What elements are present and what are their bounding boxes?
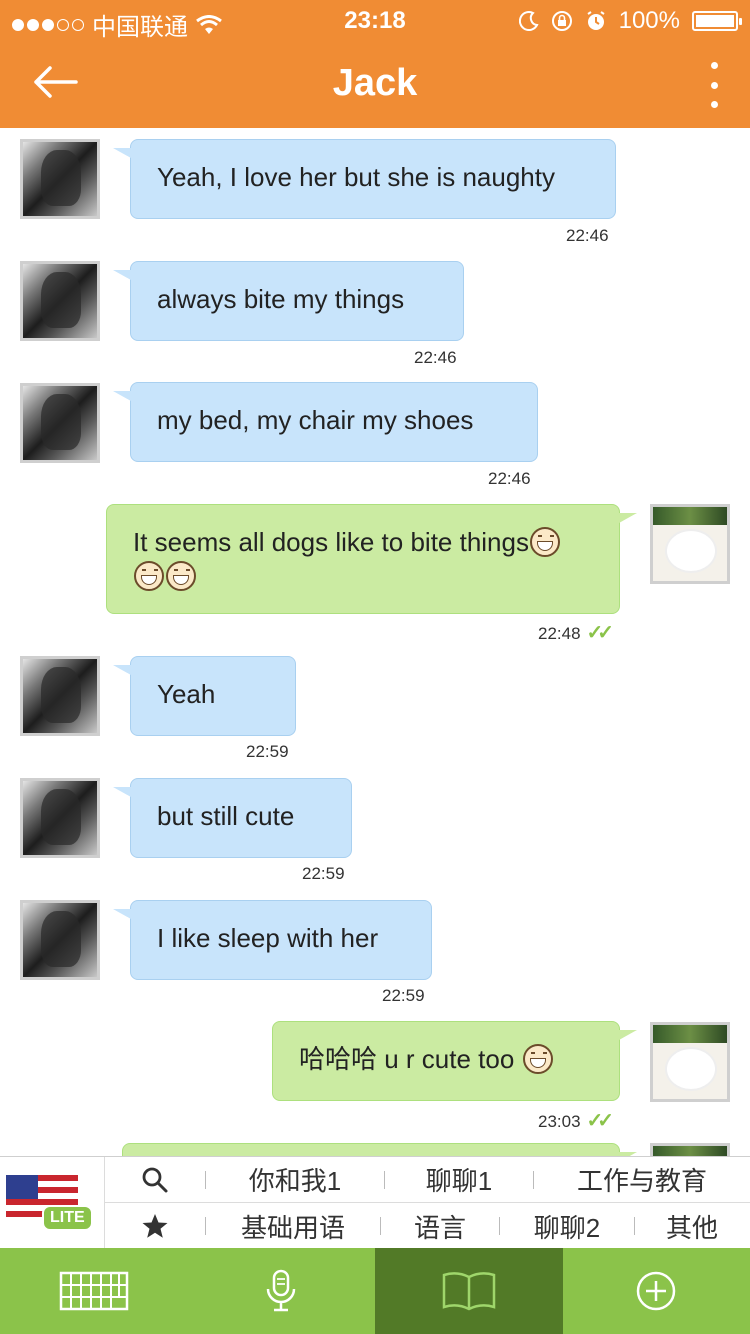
battery-icon [692,11,742,31]
contact-avatar[interactable] [20,900,100,980]
star-icon [142,1214,168,1238]
message-text: I like sleep with her [157,923,379,953]
phrase-category[interactable]: 聊聊2 [500,1203,634,1249]
alarm-icon [587,11,605,30]
moon-icon [518,11,539,31]
read-receipt-icon: ✓✓ [586,1110,614,1132]
message-time: 23:03 [538,1112,581,1131]
lite-badge: LITE [42,1205,93,1231]
contact-avatar[interactable] [20,383,100,463]
message-timestamp: 22:46 [488,469,531,488]
message-bubble-incoming[interactable]: Yeah [113,656,296,736]
message-bubble-outgoing[interactable]: It seems all dogs like to bite things [106,504,637,614]
message-timestamp: 22:46 [414,348,457,367]
message-text: Yeah, I love her but she is naughty [157,162,555,192]
my-avatar[interactable] [650,1143,730,1156]
read-receipt-icon: ✓✓ [586,622,614,644]
message-text: but still cute [157,801,295,831]
grin-emoji-icon [166,561,196,591]
message-bubble-outgoing[interactable]: 哈哈哈 u r cute too [272,1021,637,1101]
phrase-category[interactable]: 你和我1 [206,1157,384,1202]
message-timestamp: 23:03 ✓✓ [538,1108,614,1133]
phrasebook-button[interactable] [375,1248,563,1334]
bottom-toolbar [0,1248,750,1334]
message-timestamp: 22:59 [382,986,425,1005]
message-bubble-incoming[interactable]: Yeah, I love her but she is naughty [113,139,616,219]
contact-avatar[interactable] [20,656,100,736]
status-bar: 中国联通 23:18 100% [0,0,750,41]
message-text: It seems all dogs like to bite things [133,527,529,557]
more-vertical-icon [710,62,718,69]
message-timestamp: 22:46 [566,226,609,245]
phrase-row: 你和我1 聊聊1 工作与教育 [105,1157,750,1203]
voice-button[interactable] [188,1248,376,1334]
keyboard-button[interactable] [0,1248,188,1334]
my-avatar[interactable] [650,504,730,584]
message-text: always bite my things [157,284,405,314]
rotation-lock-icon [551,11,572,31]
message-text: 哈哈哈 u r cute too [299,1044,522,1074]
top-bar: 中国联通 23:18 100% Jack [0,0,750,128]
phrase-row: 基础用语 语言 聊聊2 其他 [105,1203,750,1249]
phrase-category[interactable]: 工作与教育 [534,1157,750,1202]
message-list[interactable]: Yeah, I love her but she is naughty 22:4… [0,128,750,1156]
keyboard-icon [59,1271,128,1311]
microphone-icon [267,1269,296,1312]
phrase-category[interactable]: 聊聊1 [385,1157,533,1202]
search-icon [142,1167,168,1192]
phrase-panel: LITE 你和我1 聊聊1 工作与教育 基础用语 语言 聊聊2 其他 [0,1156,750,1249]
add-circle-icon [637,1271,676,1311]
contact-avatar[interactable] [20,778,100,858]
message-bubble-incoming[interactable]: but still cute [113,778,352,858]
phrase-category[interactable]: 基础用语 [206,1203,380,1249]
chat-title: Jack [332,62,418,104]
message-timestamp: 22:48 ✓✓ [538,620,614,645]
phrase-category[interactable]: 其他 [635,1203,749,1249]
message-text: Yeah [157,679,216,709]
grin-emoji-icon [529,527,560,557]
message-timestamp: 22:59 [246,742,289,761]
my-avatar[interactable] [650,1022,730,1102]
grin-emoji-icon [134,561,164,591]
phrase-category-grid: 你和我1 聊聊1 工作与教育 基础用语 语言 聊聊2 其他 [104,1157,750,1249]
message-bubble-incoming[interactable]: my bed, my chair my shoes [113,382,538,462]
message-bubble-outgoing[interactable] [122,1143,637,1156]
phrase-category[interactable]: 语言 [381,1203,499,1249]
message-bubble-incoming[interactable]: I like sleep with her [113,900,432,980]
battery-percent: 100% [618,7,680,34]
add-button[interactable] [563,1248,750,1334]
search-button[interactable] [105,1157,205,1202]
book-icon [442,1272,495,1311]
grin-emoji-icon [522,1044,553,1074]
message-bubble-incoming[interactable]: always bite my things [113,261,464,341]
favorites-button[interactable] [105,1203,205,1249]
more-options-button[interactable] [702,62,726,108]
message-time: 22:48 [538,624,581,643]
contact-avatar[interactable] [20,261,100,341]
message-timestamp: 22:59 [302,864,345,883]
message-text: my bed, my chair my shoes [157,405,474,435]
contact-avatar[interactable] [20,139,100,219]
